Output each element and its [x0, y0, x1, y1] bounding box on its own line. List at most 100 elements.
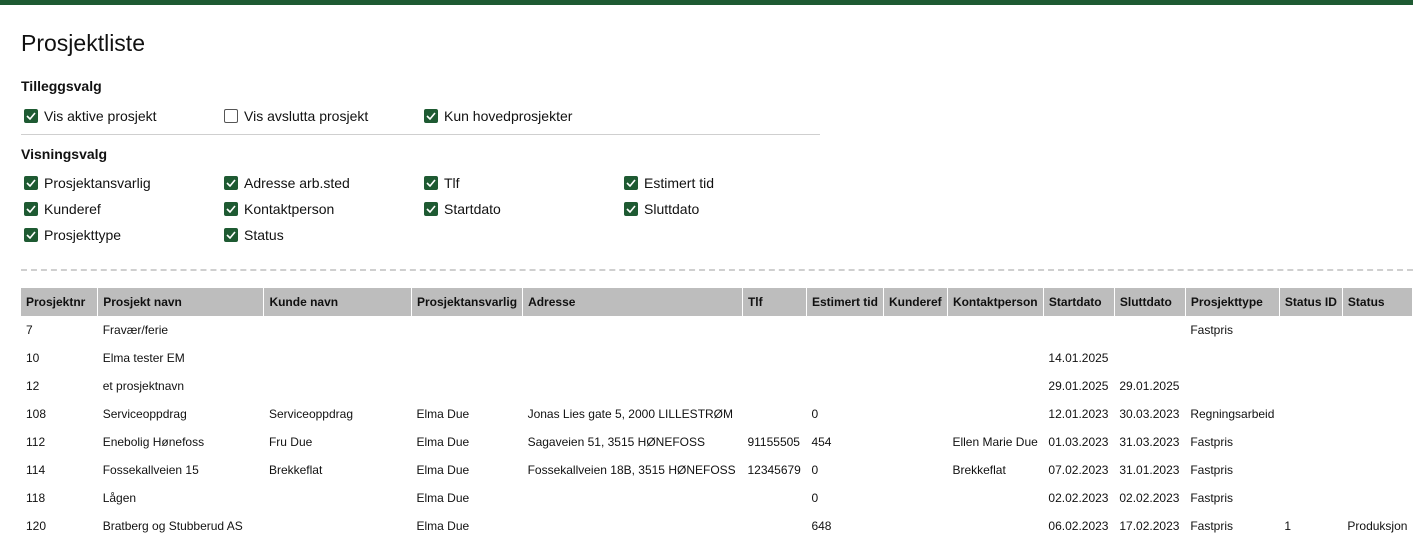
table-row[interactable]: 10 Elma tester EM 14.01.2025 — [21, 344, 1413, 372]
table-cell: 648 — [811, 519, 832, 533]
table-cell — [1279, 372, 1342, 400]
option-vis-aktive-prosjekt[interactable]: Vis aktive prosjekt — [24, 106, 157, 126]
table-cell — [1114, 316, 1185, 344]
column-header-adresse[interactable]: Adresse — [522, 288, 743, 316]
option-sluttdato[interactable]: Sluttdato — [624, 199, 699, 219]
option-label: Estimert tid — [644, 175, 715, 191]
option-label: Status — [244, 227, 284, 243]
checkbox[interactable] — [424, 176, 438, 190]
table-cell — [264, 484, 412, 512]
table-cell — [883, 344, 947, 372]
table-cell — [883, 316, 947, 344]
table-cell: Fravær/ferie — [102, 323, 169, 337]
table-row[interactable]: 12 et prosjektnavn 29.01.2025 29.01.2025 — [21, 372, 1413, 400]
column-header-prosjekttype[interactable]: Prosjekttype — [1185, 288, 1280, 316]
column-header-status[interactable]: Status — [1342, 288, 1413, 316]
column-header-startdato[interactable]: Startdato — [1043, 288, 1115, 316]
option-startdato[interactable]: Startdato — [424, 199, 501, 219]
table-cell — [947, 400, 1043, 428]
checkbox[interactable] — [24, 109, 38, 123]
table-cell — [412, 344, 523, 372]
option-label: Kun hovedprosjekter — [444, 108, 573, 124]
option-kunderef[interactable]: Kunderef — [24, 199, 101, 219]
table-cell — [1043, 316, 1114, 344]
checkbox[interactable] — [424, 202, 438, 216]
table-row[interactable]: 120 Bratberg og Stubberud AS Elma Due 648 06… — [21, 512, 1413, 540]
option-label: Startdato — [444, 201, 501, 217]
table-row[interactable]: 114 Fossekallveien 15 Brekkeflat Elma Due Fo… — [21, 456, 1413, 484]
checkbox[interactable] — [224, 228, 238, 242]
option-tlf[interactable]: Tlf — [424, 173, 460, 193]
option-label: Tlf — [444, 175, 460, 191]
table-cell — [1342, 428, 1412, 456]
table-cell: Fastpris — [1190, 435, 1234, 449]
table-cell — [742, 512, 806, 540]
table-cell: Fastpris — [1190, 519, 1234, 533]
table-cell — [883, 512, 947, 540]
tilleggsvalg-heading: Tilleggsvalg — [21, 78, 102, 94]
table-cell — [523, 484, 743, 512]
checkbox[interactable] — [24, 176, 38, 190]
table-cell: 12 — [26, 379, 40, 393]
option-adresse-arb-sted[interactable]: Adresse arb.sted — [224, 173, 350, 193]
table-cell: 114 — [26, 463, 46, 477]
table-cell — [947, 372, 1043, 400]
option-prosjekttype[interactable]: Prosjekttype — [24, 225, 121, 245]
table-row[interactable]: 118 Lågen Elma Due 0 02.02.2023 02.02.2023 Fas… — [21, 484, 1413, 512]
table-cell — [947, 344, 1043, 372]
table-cell — [1342, 456, 1412, 484]
table-cell: Fastpris — [1190, 463, 1234, 477]
option-kontaktperson[interactable]: Kontaktperson — [224, 199, 334, 219]
table-cell: 0 — [811, 407, 819, 421]
column-header-sluttdato[interactable]: Sluttdato — [1114, 288, 1186, 316]
table-cell — [1342, 400, 1412, 428]
column-header-prosjektansvarlig[interactable]: Prosjektansvarlig — [411, 288, 524, 316]
column-header-status-id[interactable]: Status ID — [1279, 288, 1343, 316]
table-row[interactable]: 7 Fravær/ferie Fastpris — [21, 316, 1413, 344]
table-cell: 7 — [26, 323, 33, 337]
section-divider — [21, 134, 820, 135]
column-header-prosjektnr[interactable]: Prosjektnr — [21, 288, 99, 316]
table-cell — [264, 372, 412, 400]
table-row[interactable]: 108 Serviceoppdrag Serviceoppdrag Elma Due J… — [21, 400, 1413, 428]
page-title: Prosjektliste — [21, 30, 145, 56]
table-cell: Jonas Lies gate 5, 2000 LILLESTRØM — [527, 407, 734, 421]
checkbox[interactable] — [624, 202, 638, 216]
table-cell: 06.02.2023 — [1048, 519, 1109, 533]
table-row[interactable]: 112 Enebolig Hønefoss Fru Due Elma Due Sagav… — [21, 428, 1413, 456]
table-cell — [742, 484, 806, 512]
table-cell — [1185, 344, 1279, 372]
option-prosjektansvarlig[interactable]: Prosjektansvarlig — [24, 173, 151, 193]
table-cell — [264, 316, 412, 344]
checkbox[interactable] — [224, 176, 238, 190]
table-cell — [947, 316, 1043, 344]
column-header-estimert-tid[interactable]: Estimert tid — [806, 288, 884, 316]
option-kun-hovedprosjekter[interactable]: Kun hovedprosjekter — [424, 106, 572, 126]
option-vis-avslutta-prosjekt[interactable]: Vis avslutta prosjekt — [224, 106, 368, 126]
checkbox[interactable] — [224, 202, 238, 216]
column-header-prosjekt-navn[interactable]: Prosjekt navn — [97, 288, 265, 316]
table-cell: 1 — [1284, 519, 1292, 533]
table-cell: 91155505 — [747, 435, 800, 449]
table-cell: 29.01.2025 — [1119, 379, 1180, 393]
table-cell: 10 — [26, 351, 40, 365]
checkbox[interactable] — [624, 176, 638, 190]
table-cell: 29.01.2025 — [1048, 379, 1109, 393]
table-body: 7 Fravær/ferie Fastpris 10 Elma tester EM 14.… — [21, 316, 1413, 540]
column-header-kunderef[interactable]: Kunderef — [883, 288, 948, 316]
table-cell: 108 — [26, 407, 47, 421]
column-header-kunde-navn[interactable]: Kunde navn — [263, 288, 412, 316]
checkbox[interactable] — [24, 228, 38, 242]
column-header-kontaktperson[interactable]: Kontaktperson — [947, 288, 1044, 316]
checkbox[interactable] — [224, 109, 238, 123]
table-cell — [412, 372, 523, 400]
table-cell: Enebolig Hønefoss — [102, 435, 205, 449]
column-header-tlf[interactable]: Tlf — [742, 288, 807, 316]
option-estimert-tid[interactable]: Estimert tid — [624, 173, 714, 193]
checkbox[interactable] — [24, 202, 38, 216]
table-cell — [1279, 456, 1342, 484]
table-cell — [1342, 372, 1412, 400]
table-cell: Elma Due — [416, 491, 470, 505]
checkbox[interactable] — [424, 109, 438, 123]
option-status[interactable]: Status — [224, 225, 284, 245]
